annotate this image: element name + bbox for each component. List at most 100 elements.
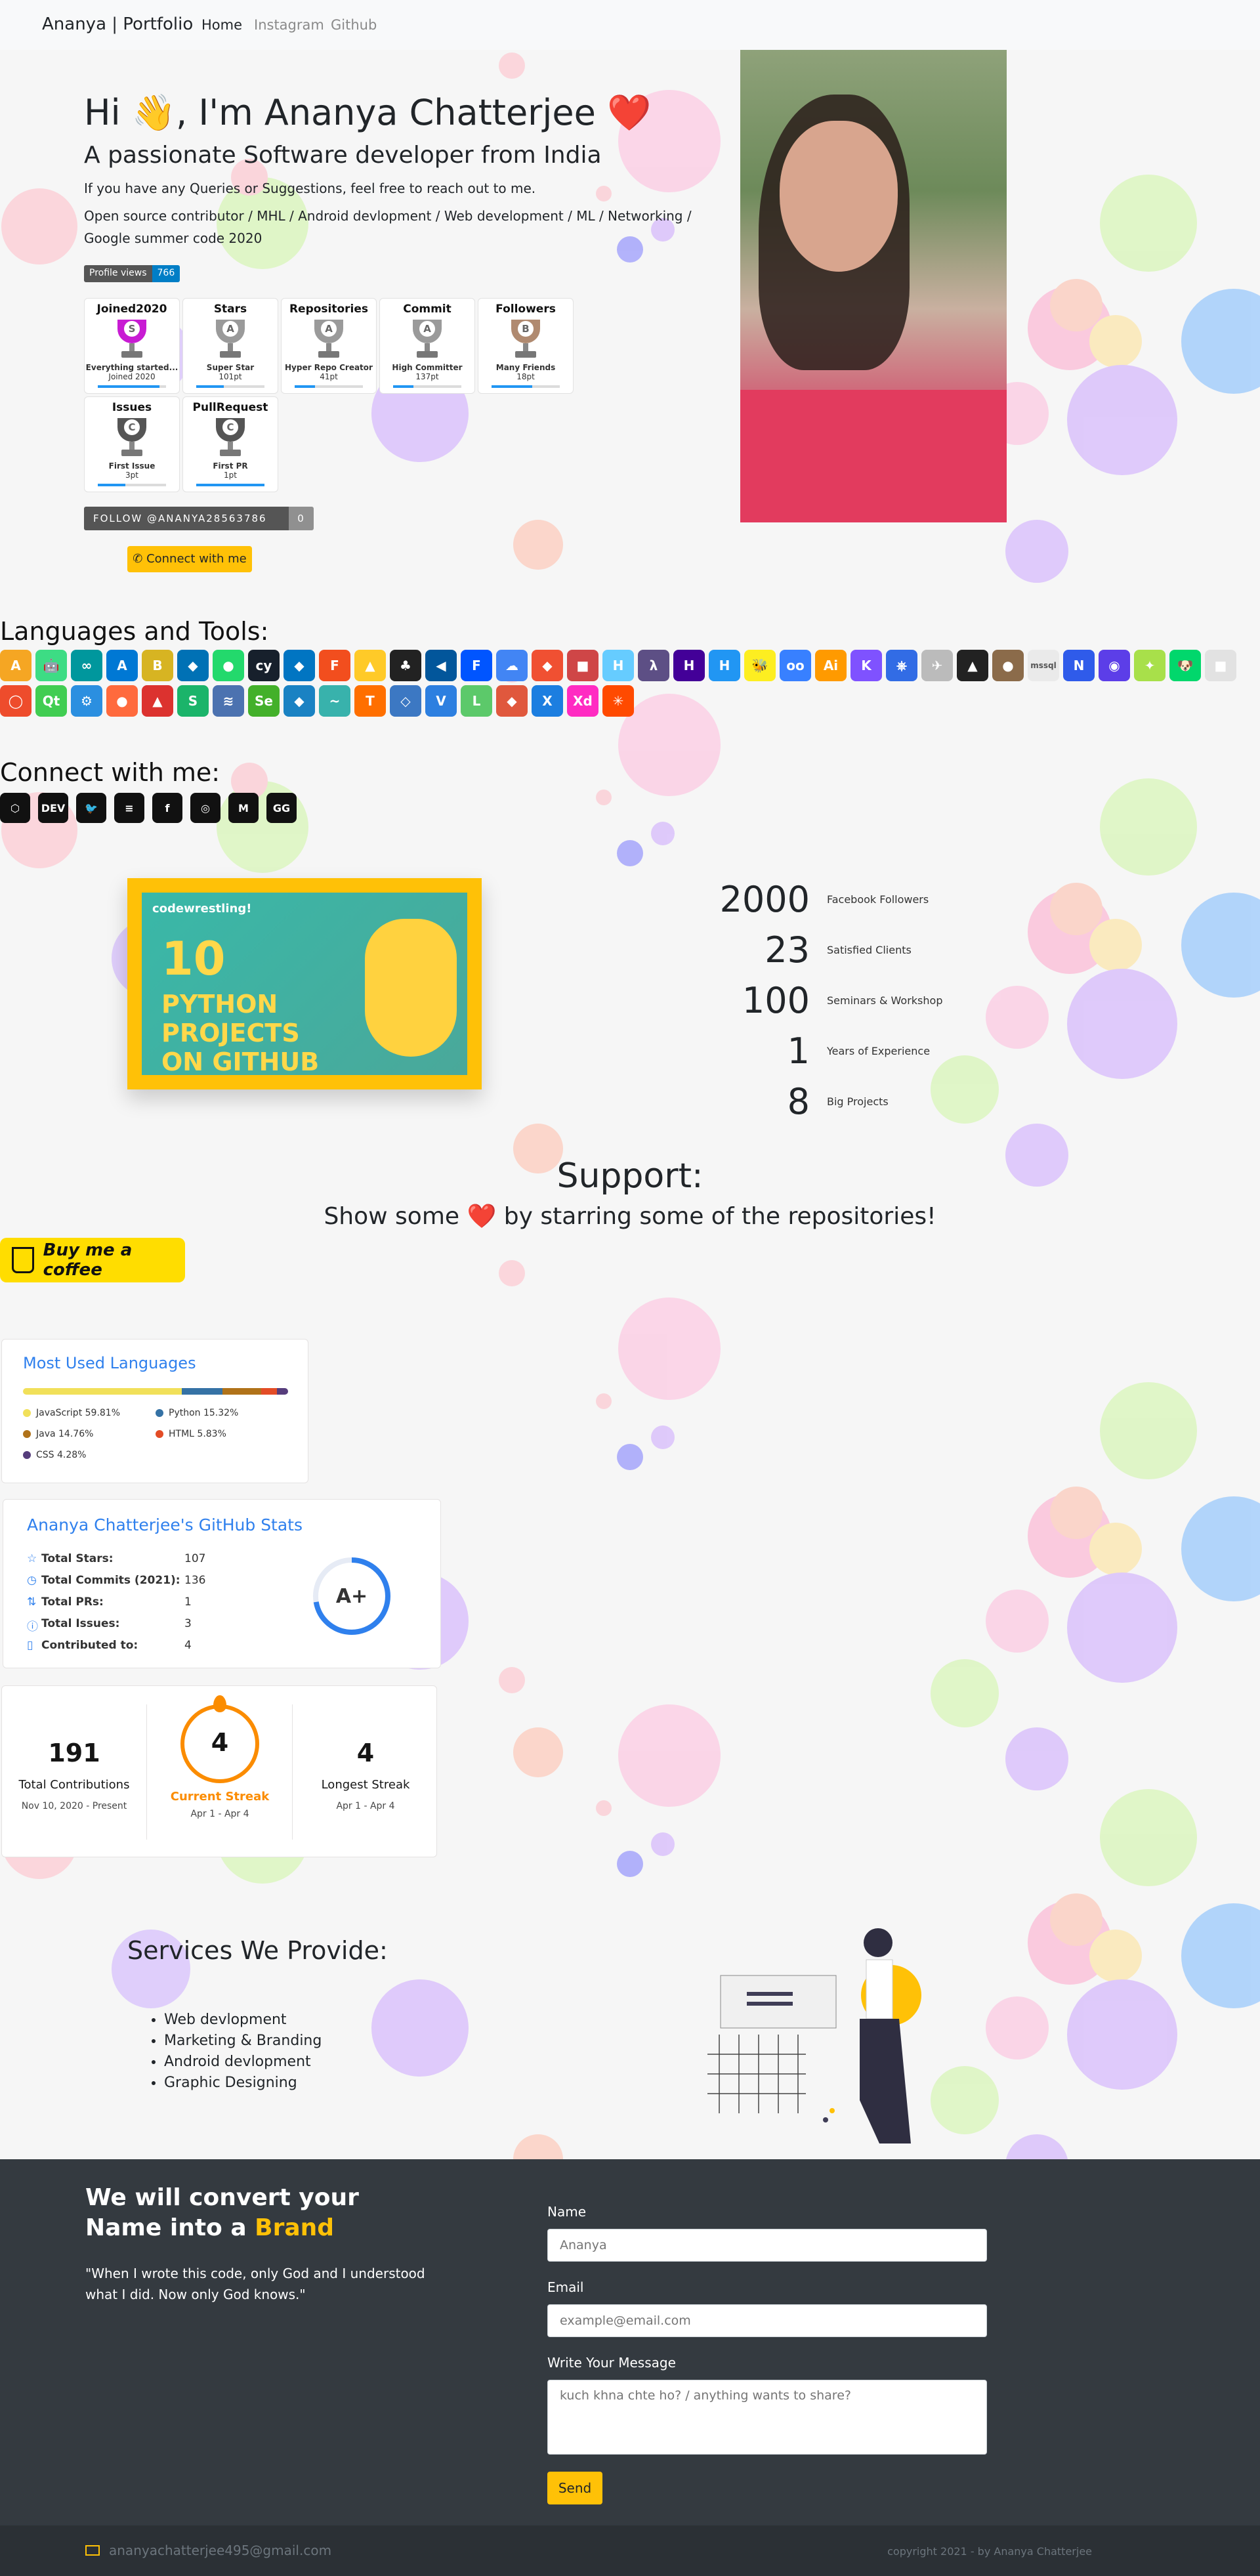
buy-me-a-coffee-button[interactable]: Buy me a coffee [0,1238,185,1282]
xcode-icon[interactable]: X [532,685,563,717]
dart-icon[interactable]: ◆ [284,650,315,681]
trophy-points: 1pt [224,471,237,480]
nav-home-link[interactable]: Home [201,17,242,33]
arduino-icon[interactable]: ∞ [71,650,102,681]
language-bar-segment [222,1388,262,1395]
puppeteer-icon[interactable]: 🐶 [1169,650,1201,681]
figma-icon[interactable]: F [319,650,350,681]
gulp-icon[interactable]: ■ [567,650,598,681]
ionic-icon[interactable]: oo [780,650,811,681]
babel-icon[interactable]: B [142,650,173,681]
facebook-icon[interactable]: f [152,793,182,823]
service-item: Marketing & Branding [164,2031,322,2052]
trophy-card: Issues C First Issue 3pt [84,396,180,492]
sass-icon[interactable]: S [177,685,209,717]
connect-with-me-button[interactable]: ✆ Connect with me [127,546,252,572]
github-stat-value: 1 [184,1595,192,1609]
scala-icon[interactable]: ▲ [142,685,173,717]
contact-section: We will convert your Name into a Brand "… [0,2159,1260,2525]
trophy-rank: B [518,321,534,337]
language-legend-item: Python 15.32% [156,1408,238,1418]
android-icon[interactable]: 🤖 [35,650,67,681]
brand-link[interactable]: Ananya | Portfolio [42,14,193,34]
solidity-icon[interactable]: ● [106,685,138,717]
dev-icon[interactable]: DEV [38,793,68,823]
tailwind-icon[interactable]: ~ [319,685,350,717]
cypress-icon[interactable]: cy [248,650,280,681]
github-stat-label: Total Issues: [41,1617,120,1630]
language-legend-item: HTML 5.83% [156,1429,226,1439]
gcloud-icon[interactable]: ☁ [496,650,528,681]
sketch-icon[interactable]: ◆ [284,685,315,717]
git-icon[interactable]: ◆ [532,650,563,681]
twitter-icon[interactable]: 🐦 [76,793,106,823]
framer-icon[interactable]: F [461,650,492,681]
name-input[interactable] [547,2229,987,2262]
python-projects-banner[interactable]: codewrestling! 10 PYTHON PROJECTS ON GIT… [127,878,482,1089]
pandas-icon[interactable]: ✦ [1134,650,1166,681]
stackoverflow-icon[interactable]: ≡ [114,793,144,823]
email-input[interactable] [547,2304,987,2337]
medium-icon[interactable]: M [228,793,259,823]
qt-icon[interactable]: Qt [35,685,67,717]
kafka-icon[interactable]: ✈ [921,650,953,681]
nav-github-link[interactable]: Github [331,17,377,33]
message-textarea[interactable] [547,2380,987,2455]
github-stat-value: 136 [184,1574,206,1587]
contact-quote: "When I wrote this code, only God and I … [85,2266,425,2302]
total-contributions-column: 191 Total Contributions Nov 10, 2020 - P… [2,1686,146,1858]
backbone-icon[interactable]: ◆ [177,650,209,681]
buy-me-a-coffee-label: Buy me a coffee [43,1240,133,1280]
heroku-icon[interactable]: H [673,650,705,681]
html-icon[interactable]: H [709,650,740,681]
send-button[interactable]: Send [547,2472,602,2504]
seaborn-icon[interactable]: ≋ [213,685,244,717]
hero-subtitle: A passionate Software developer from Ind… [84,142,602,169]
selenium-icon[interactable]: Se [248,685,280,717]
opencv-icon[interactable]: ◉ [1099,650,1130,681]
azure-icon[interactable]: A [106,650,138,681]
footer-email-link[interactable]: ananyachatterjee495@gmail.com [85,2543,331,2558]
twitter-follow-button[interactable]: FOLLOW @ANANYA28563786 0 [84,507,314,530]
geeksforgeeks-icon[interactable]: GG [266,793,297,823]
hive-icon[interactable]: 🐝 [744,650,776,681]
trophy-points: 137pt [415,372,439,381]
xamarin-icon[interactable]: ◆ [496,685,528,717]
hadoop-icon[interactable]: H [602,650,634,681]
longest-streak-column: 4 Longest Streak Apr 1 - Apr 4 [293,1686,438,1858]
grade-ring: A+ [313,1557,390,1635]
nav-instagram-link[interactable]: Instagram [254,17,324,33]
codepen-icon[interactable]: ⬡ [0,793,30,823]
tensorflow-icon[interactable]: T [354,685,386,717]
profile-views-count: 766 [152,265,180,282]
unity-icon[interactable]: ◇ [390,685,421,717]
ml-icon[interactable]: ● [992,650,1024,681]
flutter-icon[interactable]: ◀ [425,650,457,681]
pytorch-icon[interactable]: ◯ [0,685,32,717]
trophy-card: Joined2020 S Everything started... Joined 2… [84,298,180,394]
visualbasic-icon[interactable]: L [461,685,492,717]
illustrator-icon[interactable]: Ai [815,650,847,681]
kubernetes-icon[interactable]: ⎈ [886,650,917,681]
postman-icon[interactable]: ■ [1205,650,1236,681]
flask-icon[interactable]: ♣ [390,650,421,681]
haskell-icon[interactable]: λ [638,650,669,681]
zapier-icon[interactable]: ✳ [602,685,634,717]
nestjs-icon[interactable]: N [1063,650,1095,681]
connect-heading: Connect with me: [0,758,220,787]
mongodb-icon[interactable]: ▲ [957,650,988,681]
kotlin-icon[interactable]: K [850,650,882,681]
cucumber-icon[interactable]: ● [213,650,244,681]
language-legend-item: JavaScript 59.81% [23,1408,120,1418]
language-legend-label: JavaScript 59.81% [36,1408,121,1418]
github-stat-value: 3 [184,1617,192,1630]
vuejs-icon[interactable]: V [425,685,457,717]
firebase-icon[interactable]: ▲ [354,650,386,681]
redux-icon[interactable]: ⚙ [71,685,102,717]
instagram-icon[interactable]: ◎ [190,793,220,823]
mssql-icon[interactable]: mssql [1028,650,1059,681]
stat-label: Facebook Followers [827,893,929,906]
angular-icon[interactable]: A [0,650,32,681]
flame-icon [213,1695,226,1712]
xd-icon[interactable]: Xd [567,685,598,717]
